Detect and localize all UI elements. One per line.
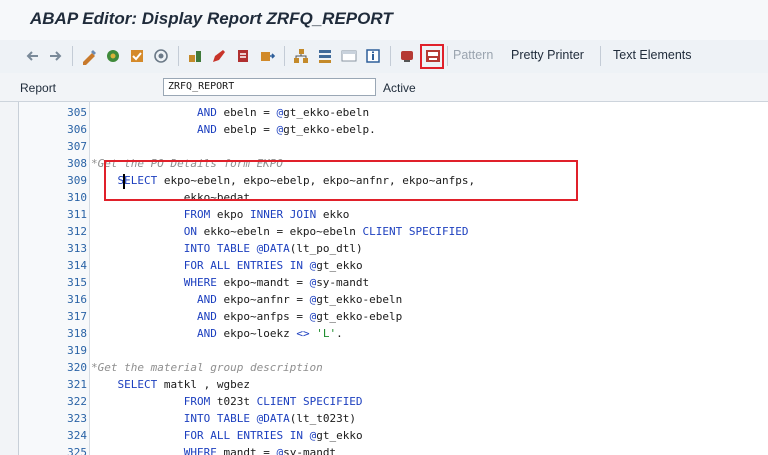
line-number: 325 [67, 446, 87, 455]
code-line[interactable]: WHERE ekpo~mandt = @sy-mandt [91, 274, 369, 291]
line-number: 311 [67, 208, 87, 221]
pattern-insert-icon[interactable] [398, 47, 416, 65]
line-number: 314 [67, 259, 87, 272]
toolbar-separator [178, 46, 179, 66]
code-line[interactable]: INTO TABLE @DATA(lt_t023t) [91, 410, 356, 427]
debug-icon[interactable] [234, 47, 252, 65]
code-line[interactable]: SELECT matkl , wgbez [91, 376, 250, 393]
toolbar-separator [72, 46, 73, 66]
line-number: 305 [67, 106, 87, 119]
line-number: 324 [67, 429, 87, 442]
display-change-icon[interactable] [80, 47, 98, 65]
report-label: Report [20, 81, 57, 95]
code-line[interactable]: WHERE mandt = @sy-mandt [91, 444, 336, 455]
line-number: 319 [67, 344, 87, 357]
activate-icon[interactable] [104, 47, 122, 65]
line-number: 323 [67, 412, 87, 425]
toolbar-separator [284, 46, 285, 66]
edit-icon[interactable] [210, 47, 228, 65]
toolbar-highlight-box [420, 44, 444, 69]
code-line[interactable]: ON ekko~ebeln = ekpo~ebeln CLIENT SPECIF… [91, 223, 469, 240]
code-line[interactable]: AND ekpo~loekz <> 'L'. [91, 325, 343, 342]
line-number: 310 [67, 191, 87, 204]
line-number: 308 [67, 157, 87, 170]
line-number: 322 [67, 395, 87, 408]
report-status: Active [383, 81, 416, 95]
toolbar-separator [390, 46, 391, 66]
line-number: 320 [67, 361, 87, 374]
line-number: 312 [67, 225, 87, 238]
code-line[interactable]: INTO TABLE @DATA(lt_po_dtl) [91, 240, 363, 257]
toolbar-separator [447, 46, 448, 66]
line-number: 318 [67, 327, 87, 340]
code-line[interactable]: *Get the material group description [91, 359, 323, 376]
forward-arrow-icon[interactable] [46, 47, 64, 65]
line-number-gutter: 305 306 307 308 309 310 311 312 313 314 315 316 317 3… [19, 102, 90, 455]
report-header-row: Report ZRFQ_REPORT Active [0, 73, 768, 102]
window-title: ABAP Editor: Display Report ZRFQ_REPORT [30, 9, 393, 28]
back-arrow-icon[interactable] [24, 47, 42, 65]
info-icon[interactable] [364, 47, 382, 65]
stack-icon[interactable] [316, 47, 334, 65]
code-highlight-box [104, 160, 578, 201]
copy-icon[interactable] [258, 47, 276, 65]
where-used-icon[interactable] [152, 47, 170, 65]
line-number: 316 [67, 293, 87, 306]
hierarchy-icon[interactable] [292, 47, 310, 65]
code-editor[interactable]: 305 306 307 308 309 310 311 312 313 314 315 316 317 3… [18, 102, 768, 455]
title-bar: ABAP Editor: Display Report ZRFQ_REPORT [0, 0, 768, 41]
line-number: 306 [67, 123, 87, 136]
line-number: 313 [67, 242, 87, 255]
object-list-icon[interactable] [186, 47, 204, 65]
check-icon[interactable] [128, 47, 146, 65]
code-line[interactable]: AND ekpo~anfnr = @gt_ekko-ebeln [91, 291, 402, 308]
code-line[interactable]: AND ebeln = @gt_ekko-ebeln [91, 104, 369, 121]
text-elements-button[interactable]: Text Elements [613, 48, 692, 62]
report-name-field[interactable]: ZRFQ_REPORT [163, 78, 376, 96]
pretty-printer-button[interactable]: Pretty Printer [511, 48, 584, 62]
line-number: 309 [67, 174, 87, 187]
code-line[interactable]: FROM t023t CLIENT SPECIFIED [91, 393, 363, 410]
line-number: 321 [67, 378, 87, 391]
toolbar-separator [600, 46, 601, 66]
code-line[interactable]: FROM ekpo INNER JOIN ekko [91, 206, 350, 223]
code-area[interactable]: AND ebeln = @gt_ekko-ebeln AND ebelp = @… [91, 102, 768, 455]
code-line[interactable]: AND ekpo~anfps = @gt_ekko-ebelp [91, 308, 402, 325]
line-number: 317 [67, 310, 87, 323]
code-line[interactable]: FOR ALL ENTRIES IN @gt_ekko [91, 427, 363, 444]
code-line[interactable]: AND ebelp = @gt_ekko-ebelp. [91, 121, 376, 138]
code-line[interactable]: FOR ALL ENTRIES IN @gt_ekko [91, 257, 363, 274]
pattern-button[interactable]: Pattern [453, 48, 493, 62]
line-number: 315 [67, 276, 87, 289]
window-icon[interactable] [340, 47, 358, 65]
application-toolbar: Pattern Pretty Printer Text Elements [0, 40, 768, 74]
line-number: 307 [67, 140, 87, 153]
